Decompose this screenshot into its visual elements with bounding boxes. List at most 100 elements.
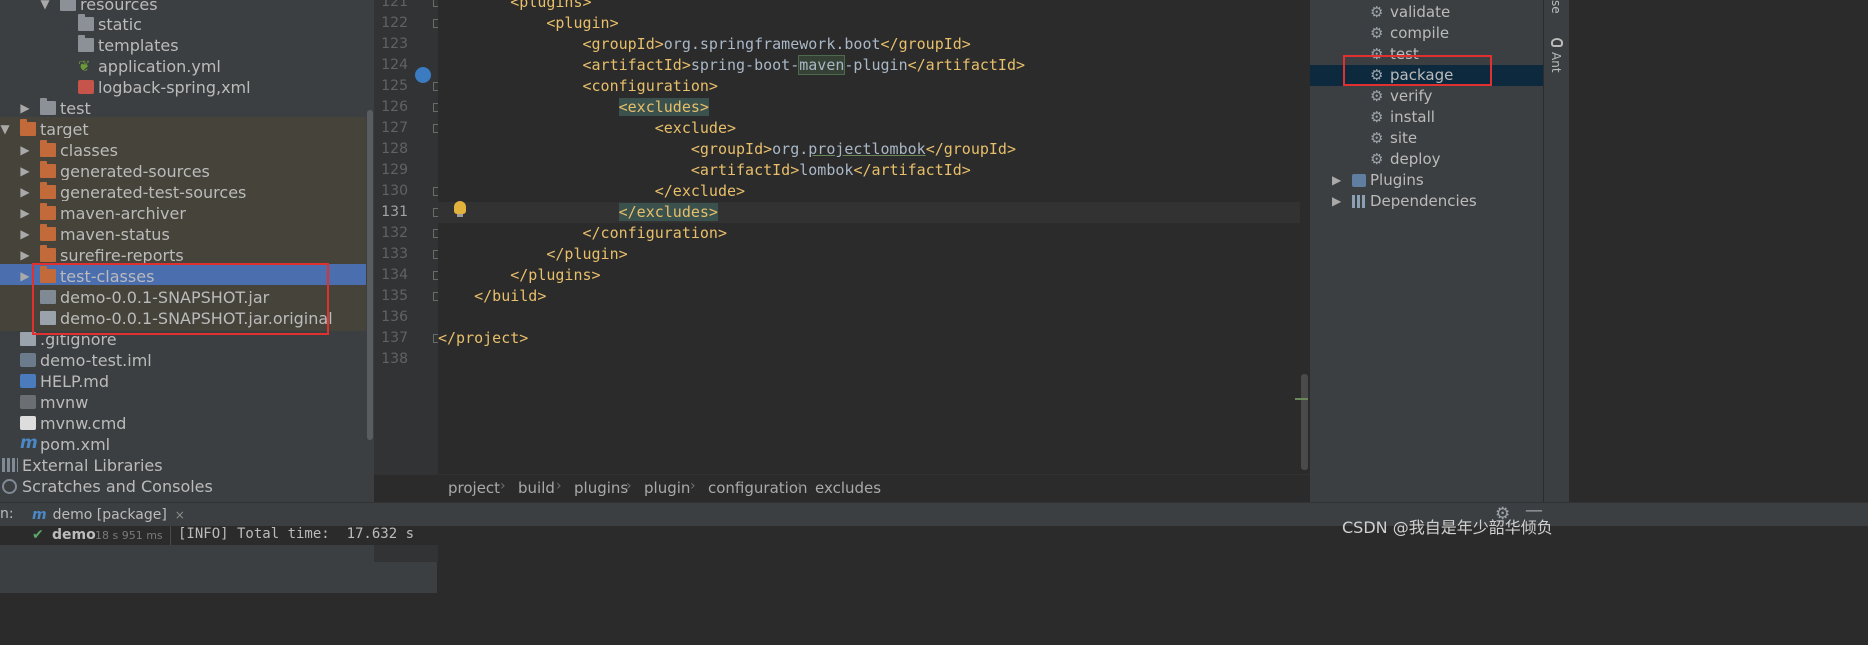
excluded-folder-icon xyxy=(40,140,56,157)
line-number: 136 xyxy=(381,309,408,325)
libraries-icon xyxy=(2,458,18,472)
code-line[interactable]: <artifactId>spring-boot-maven-plugin</ar… xyxy=(438,55,1308,76)
run-tool-window-header: n: m demo [package] × ⚙ — xyxy=(0,500,1868,527)
console-line: [INFO] Total time: 17.632 s xyxy=(178,526,415,542)
maven-lifecycle-compile[interactable]: ⚙ compile xyxy=(1310,23,1543,44)
excluded-folder-icon xyxy=(40,224,56,241)
folder-icon xyxy=(78,14,94,31)
gear-icon: ⚙ xyxy=(1370,129,1384,147)
line-number: 121 xyxy=(381,0,408,10)
implemented-marker-icon[interactable] xyxy=(415,67,431,83)
run-tree-item[interactable]: demo xyxy=(52,527,96,543)
close-icon[interactable]: × xyxy=(175,508,185,522)
folder-icon xyxy=(78,35,94,52)
shell-file-icon xyxy=(20,395,36,409)
line-number: 122 xyxy=(381,15,408,31)
code-line[interactable]: </build> xyxy=(438,286,1308,307)
breadcrumb-item[interactable]: plugins xyxy=(574,479,628,497)
code-line[interactable]: <groupId>org.projectlombok</groupId> xyxy=(438,139,1308,160)
code-line[interactable]: <configuration> xyxy=(438,76,1308,97)
code-line[interactable]: <plugin> xyxy=(438,13,1308,34)
run-duration: 18 s 951 ms xyxy=(95,529,163,542)
maven-goal-label: site xyxy=(1390,129,1418,147)
gear-icon: ⚙ xyxy=(1370,24,1384,42)
line-number: 130 xyxy=(381,183,408,199)
ant-tab[interactable]: Ant xyxy=(1549,52,1563,73)
maven-lifecycle-deploy[interactable]: ⚙ deploy xyxy=(1310,149,1543,170)
line-number: 135 xyxy=(381,288,408,304)
code-line[interactable]: <excludes> xyxy=(438,97,1308,118)
line-number: 131 xyxy=(381,204,408,220)
maven-icon: m xyxy=(32,507,47,523)
gear-icon: ⚙ xyxy=(1370,87,1384,105)
line-number: 125 xyxy=(381,78,408,94)
expand-arrow-icon[interactable]: ▶ xyxy=(1332,170,1341,191)
annotation-box-jar xyxy=(32,263,329,335)
code-line[interactable] xyxy=(438,349,1308,370)
excluded-folder-icon xyxy=(40,182,56,199)
folder-resources-icon xyxy=(60,0,76,11)
scratches-icon xyxy=(2,479,17,494)
folder-icon xyxy=(40,98,56,115)
breadcrumb-separator-icon: › xyxy=(797,478,803,494)
excluded-folder-icon xyxy=(20,119,36,136)
code-line[interactable]: <exclude> xyxy=(438,118,1308,139)
maven-group-label: Plugins xyxy=(1370,171,1424,189)
excluded-folder-icon xyxy=(40,203,56,220)
code-line[interactable]: <plugins> xyxy=(438,0,1308,13)
breadcrumb-item[interactable]: excludes xyxy=(815,479,881,497)
intention-bulb-icon[interactable] xyxy=(454,201,466,217)
code-line[interactable]: </plugin> xyxy=(438,244,1308,265)
maven-lifecycle-site[interactable]: ⚙ site xyxy=(1310,128,1543,149)
maven-goal-label: validate xyxy=(1390,3,1451,21)
tree-item-label: Scratches and Consoles xyxy=(22,477,213,496)
excluded-folder-icon xyxy=(40,245,56,262)
annotation-box-package xyxy=(1343,55,1492,86)
scrollbar-thumb[interactable] xyxy=(1301,374,1308,470)
code-line[interactable]: <groupId>org.springframework.boot</group… xyxy=(438,34,1308,55)
code-line[interactable]: </excludes> xyxy=(438,202,1308,223)
watermark: CSDN @我自是年少韶华倾负 xyxy=(1342,518,1553,537)
maven-group-label: Dependencies xyxy=(1370,192,1477,210)
tool-strip-label[interactable]: se xyxy=(1549,0,1563,14)
maven-group-plugins[interactable]: ▶ Plugins xyxy=(1310,170,1543,191)
maven-lifecycle-verify[interactable]: ⚙ verify xyxy=(1310,86,1543,107)
scrollbar-thumb[interactable] xyxy=(367,110,373,440)
code-line[interactable]: </configuration> xyxy=(438,223,1308,244)
code-line[interactable]: <artifactId>lombok</artifactId> xyxy=(438,160,1308,181)
code-line[interactable]: </project> xyxy=(438,328,1308,349)
maven-goal-label: deploy xyxy=(1390,150,1441,168)
maven-goal-label: install xyxy=(1390,108,1435,126)
breadcrumb-item[interactable]: configuration xyxy=(708,479,808,497)
success-check-icon: ✔ xyxy=(32,527,44,543)
line-number: 129 xyxy=(381,162,408,178)
line-number: 124 xyxy=(381,57,408,73)
plugins-icon xyxy=(1352,174,1366,187)
breadcrumb-item[interactable]: build xyxy=(518,479,555,497)
gear-icon: ⚙ xyxy=(1370,150,1384,168)
ant-icon[interactable] xyxy=(1551,38,1563,47)
line-number: 132 xyxy=(381,225,408,241)
maven-lifecycle-validate[interactable]: ⚙ validate xyxy=(1310,2,1543,23)
run-label: n: xyxy=(0,506,14,522)
line-number: 138 xyxy=(381,351,408,367)
maven-group-dependencies[interactable]: ▶ Dependencies xyxy=(1310,191,1543,212)
gear-icon: ⚙ xyxy=(1370,108,1384,126)
breadcrumb-item[interactable]: plugin xyxy=(644,479,690,497)
run-output: ✔ demo 18 s 951 ms [INFO] Total time: 17… xyxy=(0,526,1868,545)
code-line[interactable]: </exclude> xyxy=(438,181,1308,202)
code-line[interactable]: </plugins> xyxy=(438,265,1308,286)
code-line[interactable] xyxy=(438,307,1308,328)
run-tab-demo-package[interactable]: m demo [package] × xyxy=(32,503,185,527)
markdown-file-icon xyxy=(20,374,36,388)
dependencies-icon xyxy=(1352,195,1366,208)
expand-arrow-icon[interactable]: ▶ xyxy=(1332,191,1341,212)
line-number: 128 xyxy=(381,141,408,157)
cmd-file-icon xyxy=(20,416,36,430)
maven-lifecycle-install[interactable]: ⚙ install xyxy=(1310,107,1543,128)
breadcrumb-item[interactable]: project xyxy=(448,479,500,497)
line-number: 126 xyxy=(381,99,408,115)
gear-icon: ⚙ xyxy=(1370,3,1384,21)
xml-file-icon xyxy=(78,80,94,94)
breadcrumb-separator-icon: › xyxy=(690,478,696,494)
